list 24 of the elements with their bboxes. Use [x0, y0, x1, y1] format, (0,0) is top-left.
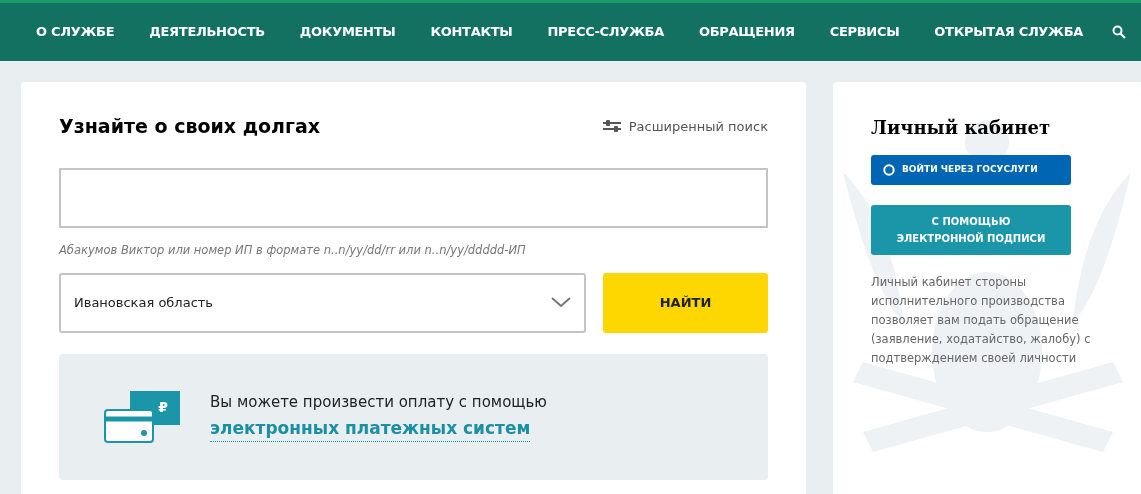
gosuslugi-login-button[interactable]: ВОЙТИ ЧЕРЕЗ ГОСУСЛУГИ [871, 155, 1071, 185]
nav-link[interactable]: КОНТАКТЫ [430, 22, 513, 42]
nav-link[interactable]: ПРЕСС-СЛУЖБА [547, 22, 664, 42]
search-icon[interactable] [1112, 25, 1126, 39]
search-hint: Абакумов Виктор или номер ИП в формате n..n/yy/dd/rr или n..n/yy/ddddd-ИП [59, 241, 527, 259]
chevron-down-icon [551, 297, 571, 309]
nav-link[interactable]: ДОКУМЕНТЫ [299, 22, 396, 42]
nav-link[interactable]: СЕРВИСЫ [829, 22, 900, 42]
payment-systems-link[interactable]: электронных платежных систем [210, 415, 531, 443]
nav-link[interactable]: ОБРАЩЕНИЯ [698, 22, 795, 42]
nav-link[interactable]: О СЛУЖБЕ [36, 22, 115, 42]
sliders-icon [602, 119, 621, 134]
search-field[interactable] [59, 167, 768, 228]
payment-text: Вы можете произвести оплату с помощью [210, 392, 547, 414]
card-title: Узнайте о своих долгах [59, 114, 320, 139]
signature-login-button[interactable]: С ПОМОЩЬЮ ЭЛЕКТРОННОЙ ПОДПИСИ [871, 205, 1071, 255]
ring-icon [883, 164, 895, 176]
find-button[interactable]: НАЙТИ [603, 272, 768, 333]
nav-link[interactable]: ОТКРЫТАЯ СЛУЖБА [934, 22, 1084, 42]
nav-link[interactable]: ДЕЯТЕЛЬНОСТЬ [149, 22, 265, 42]
region-dropdown[interactable]: Ивановская область [59, 272, 586, 333]
account-description: Личный кабинет стороны исполнительного производства позволяет вам подать обращение (заявление, ходатайство, жалобу) с подтверждением своей личности [871, 274, 1092, 367]
advanced-search-link[interactable]: Расширенный поиск [602, 116, 768, 136]
account-title: Личный кабинет [871, 116, 1052, 140]
